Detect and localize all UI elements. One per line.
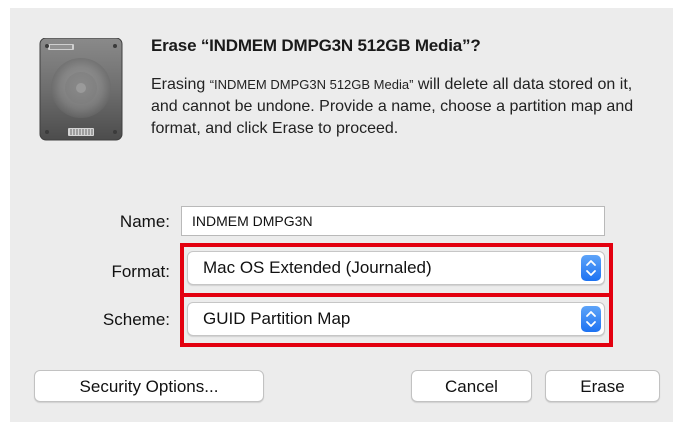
- dialog-title: Erase “INDMEM DMPG3N 512GB Media”?: [151, 36, 481, 55]
- format-stepper-icon: [581, 255, 601, 281]
- message-prefix: Erasing: [151, 76, 210, 93]
- hard-drive-icon: [38, 37, 124, 142]
- erase-button[interactable]: Erase: [545, 370, 660, 402]
- format-popup[interactable]: Mac OS Extended (Journaled): [187, 251, 605, 285]
- scheme-label: Scheme:: [102, 310, 170, 329]
- format-label: Format:: [111, 262, 170, 281]
- scheme-value: GUID Partition Map: [203, 309, 351, 328]
- scheme-stepper-icon: [581, 306, 601, 332]
- name-field[interactable]: [181, 206, 605, 236]
- cancel-button[interactable]: Cancel: [411, 370, 532, 402]
- message-disk-name: “INDMEM DMPG3N 512GB Media”: [209, 77, 414, 92]
- format-value: Mac OS Extended (Journaled): [203, 258, 432, 277]
- dialog-message: Erasing “INDMEM DMPG3N 512GB Media” will…: [151, 74, 661, 140]
- erase-dialog: Erase “INDMEM DMPG3N 512GB Media”? Erasi…: [10, 8, 673, 422]
- security-options-button[interactable]: Security Options...: [34, 370, 264, 402]
- name-label: Name:: [119, 212, 170, 231]
- scheme-popup[interactable]: GUID Partition Map: [187, 302, 605, 336]
